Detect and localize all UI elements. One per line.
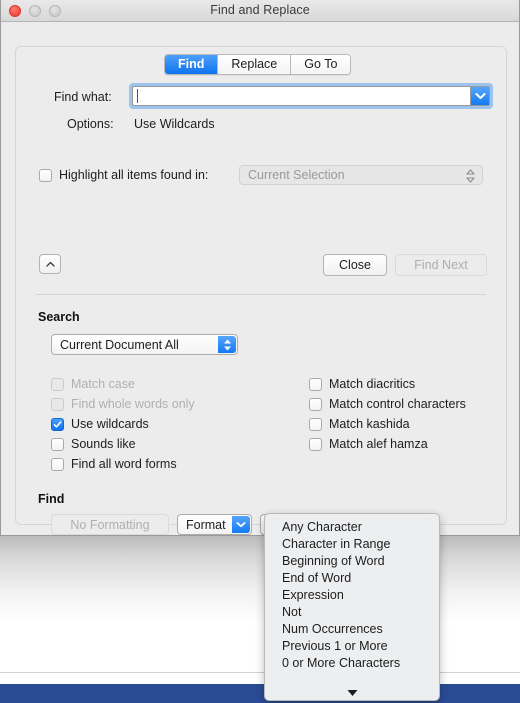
match-diacritics-label: Match diacritics <box>329 377 416 391</box>
find-what-label: Find what: <box>54 90 112 104</box>
up-down-arrows-icon <box>466 169 475 188</box>
tab-replace[interactable]: Replace <box>218 55 292 74</box>
find-whole-words-only-checkbox[interactable] <box>51 397 64 411</box>
match-diacritics-checkbox[interactable] <box>309 377 322 391</box>
match-alef-hamza-label: Match alef hamza <box>329 437 428 451</box>
match-kashida-checkbox[interactable] <box>309 417 322 431</box>
document-backdrop <box>0 534 520 703</box>
tab-go-to[interactable]: Go To <box>291 55 351 74</box>
find-all-word-forms-label: Find all word forms <box>71 457 177 471</box>
highlight-all-row[interactable]: Highlight all items found in: <box>39 168 208 182</box>
match-kashida-label: Match kashida <box>329 417 410 431</box>
find-section-heading: Find <box>38 492 65 506</box>
document-rule <box>0 672 520 673</box>
checkbox-row-sounds-like[interactable]: Sounds like <box>51 434 195 454</box>
window-titlebar[interactable]: Find and Replace <box>1 0 519 22</box>
section-divider <box>36 294 486 295</box>
search-options-left-column: Match case Find whole words only Use wil… <box>51 374 195 474</box>
dialog-body: Find Replace Go To Find what: Options: U… <box>1 22 519 535</box>
search-section-heading: Search <box>38 310 80 324</box>
highlight-all-label: Highlight all items found in: <box>59 168 209 182</box>
search-scope-value: Current Document All <box>60 337 179 352</box>
checkbox-row-match-control-characters[interactable]: Match control characters <box>309 394 466 414</box>
match-control-characters-label: Match control characters <box>329 397 466 411</box>
highlight-scope-value: Current Selection <box>248 168 345 182</box>
window-title: Find and Replace <box>210 3 310 17</box>
checkmark-icon <box>53 420 62 428</box>
menu-item-expression[interactable]: Expression <box>265 587 439 604</box>
use-wildcards-checkbox[interactable] <box>51 417 64 431</box>
find-what-focus-ring <box>129 83 493 109</box>
highlight-scope-popup[interactable]: Current Selection <box>239 165 483 185</box>
menu-item-any-character[interactable]: Any Character <box>265 519 439 536</box>
text-caret <box>137 89 138 103</box>
sounds-like-label: Sounds like <box>71 437 136 451</box>
match-control-characters-checkbox[interactable] <box>309 397 322 411</box>
checkbox-row-match-kashida[interactable]: Match kashida <box>309 414 466 434</box>
checkbox-row-match-case[interactable]: Match case <box>51 374 195 394</box>
menu-item-0-or-more-characters[interactable]: 0 or More Characters <box>265 655 439 672</box>
search-scope-up-down-arrows-icon[interactable] <box>218 336 236 353</box>
checkbox-row-find-all-word-forms[interactable]: Find all word forms <box>51 454 195 474</box>
options-value: Use Wildcards <box>134 117 215 131</box>
search-scope-popup[interactable]: Current Document All <box>51 334 238 355</box>
checkbox-row-match-diacritics[interactable]: Match diacritics <box>309 374 466 394</box>
search-options-right-column: Match diacritics Match control character… <box>309 374 466 454</box>
format-popup-button[interactable]: Format <box>177 514 252 535</box>
menu-item-previous-1-or-more[interactable]: Previous 1 or More <box>265 638 439 655</box>
match-alef-hamza-checkbox[interactable] <box>309 437 322 451</box>
no-formatting-button[interactable]: No Formatting <box>51 514 169 535</box>
menu-item-beginning-of-word[interactable]: Beginning of Word <box>265 553 439 570</box>
checkbox-row-find-whole-words-only[interactable]: Find whole words only <box>51 394 195 414</box>
find-and-replace-window: Find and Replace Find Replace Go To Find… <box>0 0 520 536</box>
sounds-like-checkbox[interactable] <box>51 437 64 451</box>
options-label: Options: <box>67 117 114 131</box>
collapse-disclosure-button[interactable] <box>39 254 61 274</box>
menu-item-num-occurrences[interactable]: Num Occurrences <box>265 621 439 638</box>
menu-item-not[interactable]: Not <box>265 604 439 621</box>
use-wildcards-label: Use wildcards <box>71 417 149 431</box>
find-next-button[interactable]: Find Next <box>395 254 487 276</box>
mode-tab-group: Find Replace Go To <box>164 54 352 75</box>
find-what-combobox[interactable] <box>132 86 490 106</box>
document-status-bar <box>0 684 520 703</box>
checkbox-row-use-wildcards[interactable]: Use wildcards <box>51 414 195 434</box>
special-dropdown-menu: Any Character Character in Range Beginni… <box>264 513 440 701</box>
find-whole-words-only-label: Find whole words only <box>71 397 195 411</box>
close-button[interactable]: Close <box>323 254 387 276</box>
menu-item-end-of-word[interactable]: End of Word <box>265 570 439 587</box>
find-what-input[interactable] <box>133 87 465 105</box>
match-case-checkbox[interactable] <box>51 377 64 391</box>
menu-scroll-down-arrow-icon[interactable] <box>265 688 439 697</box>
find-all-word-forms-checkbox[interactable] <box>51 457 64 471</box>
checkbox-row-match-alef-hamza[interactable]: Match alef hamza <box>309 434 466 454</box>
chevron-up-icon <box>45 261 55 267</box>
highlight-all-checkbox[interactable] <box>39 168 52 182</box>
menu-item-character-in-range[interactable]: Character in Range <box>265 536 439 553</box>
tab-find[interactable]: Find <box>165 55 219 74</box>
format-label: Format <box>186 517 226 532</box>
match-case-label: Match case <box>71 377 135 391</box>
find-what-dropdown-chevron-down-icon[interactable] <box>470 87 489 105</box>
format-chevron-down-icon[interactable] <box>232 516 250 533</box>
